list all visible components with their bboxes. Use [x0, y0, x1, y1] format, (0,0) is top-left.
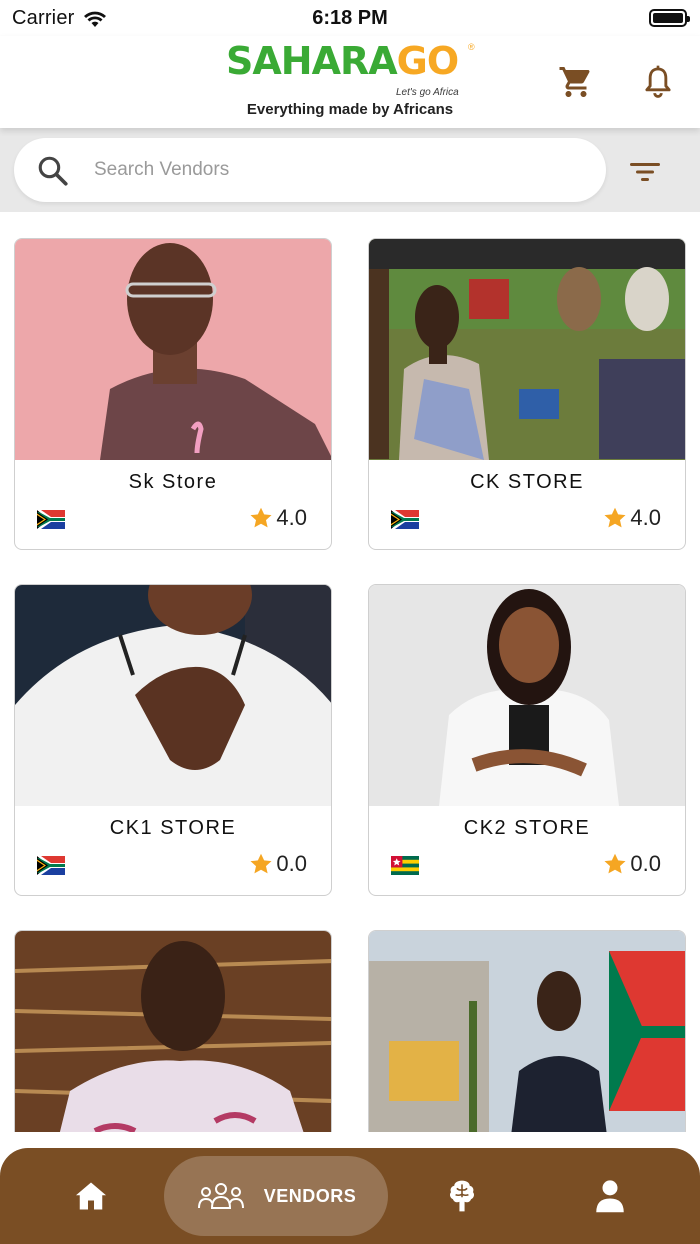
cart-button[interactable] — [556, 62, 596, 102]
home-icon — [76, 1182, 106, 1210]
search-input[interactable] — [94, 152, 574, 188]
vendor-photo — [369, 931, 685, 1132]
logo-wordmark: SAHARAGO — [226, 39, 459, 83]
vendor-name: CK1 STORE — [109, 817, 237, 839]
rating-value: 4.0 — [630, 505, 661, 530]
profile-icon — [596, 1180, 624, 1213]
star-icon — [250, 853, 272, 874]
vendor-photo — [15, 239, 331, 460]
rating-value: 0.0 — [630, 851, 661, 876]
logo-registered-mark: ® — [468, 42, 475, 52]
vendor-photo — [369, 585, 685, 806]
brain-icon — [449, 1180, 475, 1212]
app-header: SAHARAGO ® Let's go Africa Everything ma… — [0, 36, 700, 128]
south-africa-flag-icon — [37, 856, 65, 875]
vendors-icon — [197, 1183, 244, 1209]
logo-text-go: GO — [396, 39, 459, 83]
vendor-rating: 0.0 — [248, 851, 307, 877]
status-time: 6:18 PM — [312, 7, 388, 29]
nav-profile[interactable] — [580, 1156, 640, 1236]
battery-icon — [649, 9, 690, 27]
vendor-rating: 4.0 — [602, 505, 661, 531]
south-africa-flag-icon — [37, 510, 65, 529]
cart-icon — [559, 67, 590, 97]
south-africa-flag-icon — [391, 510, 419, 529]
vendor-card[interactable]: CK2 STORE 0.0 — [368, 584, 686, 896]
bottom-navigation: VENDORS — [0, 1148, 700, 1244]
vendor-card[interactable]: CK1 STORE 0.0 — [14, 584, 332, 896]
bell-icon — [645, 65, 671, 98]
vendor-grid: Sk Store 4.0 CK STORE 4.0 CK1 STORE 0.0 … — [0, 212, 700, 1132]
vendor-card[interactable] — [368, 930, 686, 1132]
logo-text-sahara: SAHARA — [226, 39, 398, 83]
header-subtitle: Everything made by Africans — [246, 101, 454, 118]
vendor-name: CK STORE — [470, 471, 584, 493]
vendor-rating: 0.0 — [602, 851, 661, 877]
nav-home[interactable] — [60, 1156, 122, 1236]
vendor-rating: 4.0 — [248, 505, 307, 531]
rating-value: 0.0 — [276, 851, 307, 876]
vendor-card[interactable] — [14, 930, 332, 1132]
vendor-name: Sk Store — [128, 471, 218, 493]
vendor-photo — [369, 239, 685, 460]
nav-vendors[interactable]: VENDORS — [164, 1156, 388, 1236]
vendor-name: CK2 STORE — [463, 817, 591, 839]
vendor-card[interactable]: Sk Store 4.0 — [14, 238, 332, 550]
star-icon — [604, 853, 626, 874]
rating-value: 4.0 — [276, 505, 307, 530]
togo-flag-icon — [391, 856, 419, 875]
notifications-button[interactable] — [638, 62, 678, 102]
nav-brain[interactable] — [432, 1156, 492, 1236]
search-box[interactable] — [14, 138, 606, 202]
vendor-photo — [15, 585, 331, 806]
star-icon — [604, 507, 626, 528]
vendor-photo — [15, 931, 331, 1132]
vendor-card[interactable]: CK STORE 4.0 — [368, 238, 686, 550]
nav-vendors-label: VENDORS — [263, 1185, 357, 1206]
star-icon — [250, 507, 272, 528]
status-bar: Carrier 6:18 PM — [0, 0, 700, 36]
search-icon — [38, 156, 68, 186]
search-bar-area — [0, 128, 700, 212]
logo-tagline: Let's go Africa — [396, 87, 459, 98]
filter-icon — [630, 163, 660, 181]
filter-button[interactable] — [622, 152, 668, 192]
